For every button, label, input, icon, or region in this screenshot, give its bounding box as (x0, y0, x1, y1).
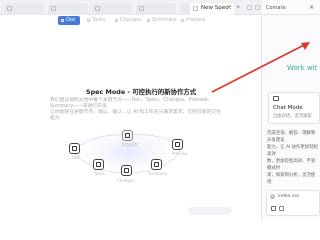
node-label-changes: Changes (117, 178, 135, 183)
spec-mode-title: Spec Mode - 可控执行的新协作方式 (86, 88, 197, 96)
subtab-preview[interactable]: Preview (180, 16, 205, 25)
split-editor-icon[interactable] (247, 5, 252, 10)
chat-mode-description: 完成咨询、解答、理解和开发建议 能力，让 AI 协作更加轻松高效 数，更加轻松高… (267, 131, 318, 185)
node-label-summary: Summary (148, 171, 168, 176)
tab-1[interactable] (4, 3, 44, 15)
subtab-doc[interactable]: Doc (58, 16, 80, 25)
tab-label (147, 4, 183, 12)
mention-icon[interactable]: @ (270, 194, 275, 200)
node-summary[interactable] (151, 159, 162, 170)
node-label-preview: Preview (172, 151, 188, 156)
subtab-label: Changes (120, 17, 142, 23)
summary-icon (147, 19, 150, 22)
tab-label (15, 4, 51, 12)
chat-mode-subtitle: 自由对话，灵活探索 (273, 114, 312, 119)
chat-icon (273, 96, 279, 101)
file-icon (7, 6, 12, 11)
work-with-heading: Work wit (287, 64, 318, 72)
subtab-label: Doc (66, 17, 76, 23)
image-icon[interactable] (279, 206, 284, 211)
status-pill (188, 207, 232, 215)
user-doc-icon (125, 133, 130, 138)
doc-icon (61, 19, 64, 22)
node-label-tasks: Tasks (94, 171, 105, 176)
subtab-tasks[interactable]: Tasks (86, 16, 105, 25)
changes-icon (115, 19, 118, 22)
spec-editor: Doc Tasks Changes Summary Preview Spec M… (0, 15, 262, 220)
doc-icon (72, 146, 77, 151)
tab-overflow-icon[interactable]: » (236, 3, 240, 11)
subtab-changes[interactable]: Changes (114, 16, 142, 25)
summary-icon (154, 162, 159, 167)
spec-mode-description: 我们建议按照文档中每个关键节点——Doc、Tasks、Changes、Previ… (50, 98, 221, 121)
subtab-label: Summary (152, 17, 177, 23)
node-doc[interactable] (69, 143, 80, 154)
file-icon (51, 6, 56, 11)
tab-label (59, 4, 95, 12)
ai-side-panel: Comate × Work wit Chat Mode 自由对话，灵活探索 完成… (262, 0, 320, 220)
workflow-diagram: 文档说明 Doc Tasks Changes Preview Summary (60, 128, 200, 200)
node-changes[interactable] (121, 165, 132, 176)
preview-icon (181, 19, 184, 22)
context-file-chip[interactable]: index.css (278, 194, 299, 199)
tab-4[interactable] (136, 3, 176, 15)
tab-new-spec-session[interactable]: New Spec Session × (190, 3, 234, 15)
tasks-icon (96, 162, 101, 167)
side-panel-header: Comate × (262, 0, 320, 15)
subtab-label: Tasks (92, 17, 106, 23)
file-icon (95, 6, 100, 11)
changes-icon (124, 168, 129, 173)
subtab-summary[interactable]: Summary (146, 16, 176, 25)
node-doc-center[interactable] (122, 130, 133, 141)
node-preview[interactable] (172, 139, 183, 150)
file-icon (139, 6, 144, 11)
chat-input[interactable]: @ index.css (266, 190, 320, 216)
node-label-center: 文档说明 (121, 142, 137, 147)
tab-controls (247, 2, 261, 12)
spec-icon (193, 6, 198, 11)
side-panel-title: Comate (266, 5, 286, 11)
close-icon[interactable]: × (226, 4, 231, 12)
chat-mode-card[interactable]: Chat Mode 自由对话，灵活探索 (268, 92, 320, 124)
node-tasks[interactable] (93, 159, 104, 170)
attach-icon[interactable] (271, 206, 276, 211)
layout-icon[interactable] (255, 5, 260, 10)
tasks-icon (87, 19, 90, 22)
tab-3[interactable] (92, 3, 132, 15)
tab-2[interactable] (48, 3, 88, 15)
subtab-label: Preview (186, 17, 206, 23)
chat-mode-title: Chat Mode (273, 105, 303, 111)
tab-5[interactable] (180, 3, 190, 15)
preview-icon (175, 142, 180, 147)
close-icon[interactable]: × (309, 4, 314, 11)
tab-label (103, 4, 139, 12)
node-label-doc: Doc (72, 155, 80, 160)
